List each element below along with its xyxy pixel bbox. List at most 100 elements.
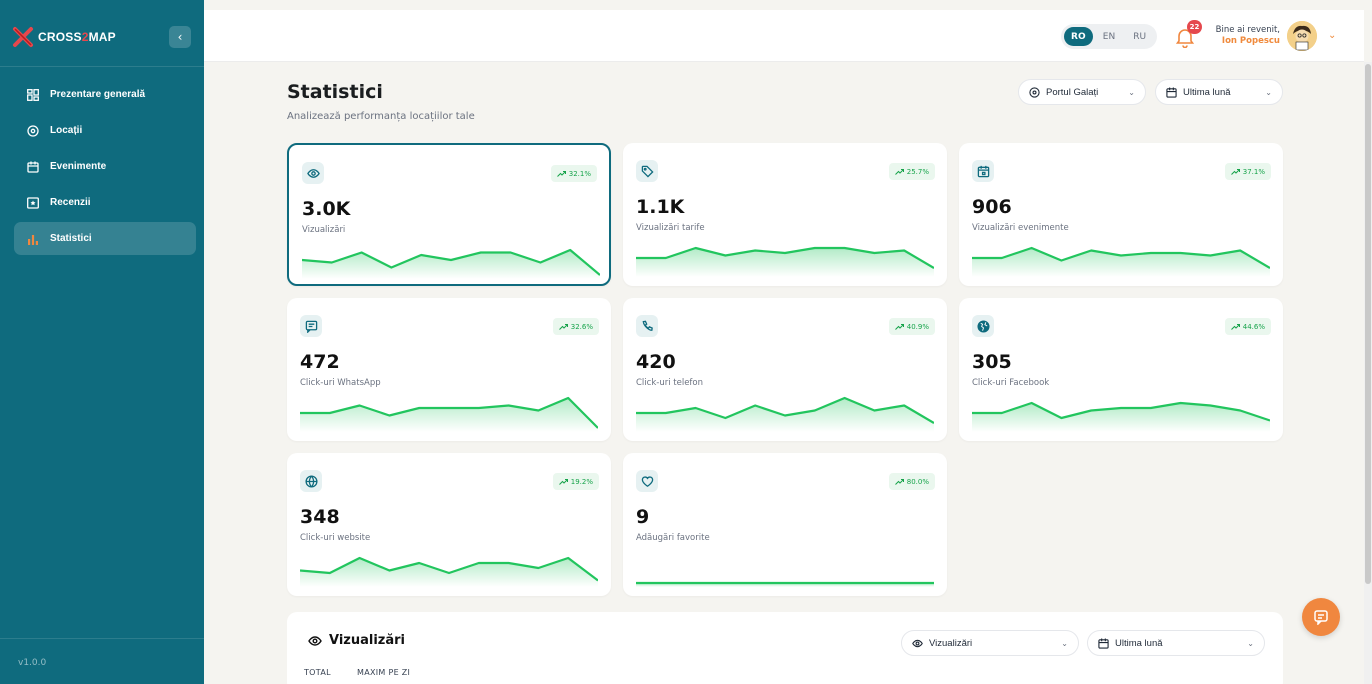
welcome-text: Bine ai revenit, xyxy=(1215,25,1280,35)
stat-value: 9 xyxy=(636,506,650,528)
trend-up-icon xyxy=(1230,168,1240,175)
avatar[interactable] xyxy=(1287,21,1317,51)
collapse-sidebar-button[interactable]: ‹ xyxy=(169,26,191,48)
sidebar-item-statistics[interactable]: Statistici xyxy=(14,222,196,255)
sidebar-item-label: Prezentare generală xyxy=(50,89,146,100)
language-ro[interactable]: RO xyxy=(1064,27,1093,46)
period-filter-select[interactable]: Ultima lună ⌄ xyxy=(1155,79,1283,105)
period-filter-value: Ultima lună xyxy=(1183,86,1231,98)
calendar-icon xyxy=(972,160,994,182)
trend-badge: 32.1% xyxy=(550,165,597,182)
top-bar: RO EN RU 22 Bine ai revenit, Ion Popescu… xyxy=(204,10,1364,62)
tag-icon xyxy=(636,160,658,182)
globe-solid-icon xyxy=(972,315,994,337)
user-greeting[interactable]: Bine ai revenit, Ion Popescu xyxy=(1212,25,1280,47)
trend-value: 44.6% xyxy=(1242,322,1265,331)
sidebar-item-reviews[interactable]: Recenzii xyxy=(14,186,196,219)
trend-badge: 80.0% xyxy=(888,473,935,490)
stat-value: 906 xyxy=(972,196,1012,218)
location-pin-icon xyxy=(26,124,40,138)
tab-max-per-day[interactable]: MAXIM PE ZI xyxy=(357,668,410,677)
review-star-icon xyxy=(26,196,40,210)
calendar-icon xyxy=(1166,86,1177,98)
eye-icon xyxy=(912,639,923,647)
location-filter-value: Portul Galați xyxy=(1046,86,1099,98)
trend-value: 32.6% xyxy=(570,322,593,331)
sidebar-nav: Prezentare generală Locații Evenimente R… xyxy=(14,78,196,258)
stat-card[interactable]: 40.9% 420 Click-uri telefon xyxy=(623,298,947,441)
globe-icon xyxy=(300,470,322,492)
chevron-left-icon: ‹ xyxy=(177,30,183,44)
stat-card[interactable]: 44.6% 305 Click-uri Facebook xyxy=(959,298,1283,441)
panel-period-select[interactable]: Ultima lună ⌄ xyxy=(1087,630,1265,656)
divider xyxy=(0,638,204,639)
language-ru[interactable]: RU xyxy=(1125,27,1154,46)
stat-value: 472 xyxy=(300,351,340,373)
trend-value: 40.9% xyxy=(906,322,929,331)
trend-badge: 32.6% xyxy=(552,318,599,335)
stat-card[interactable]: 25.7% 1.1K Vizualizări tarife xyxy=(623,143,947,286)
chevron-down-icon[interactable]: ⌄ xyxy=(1328,30,1336,41)
heart-icon xyxy=(636,470,658,492)
stat-card[interactable]: 19.2% 348 Click-uri website xyxy=(287,453,611,596)
stat-card[interactable]: 32.6% 472 Click-uri WhatsApp xyxy=(287,298,611,441)
stat-label: Click-uri Facebook xyxy=(972,378,1050,388)
calendar-icon xyxy=(1098,637,1109,649)
stat-label: Adăugări favorite xyxy=(636,533,710,543)
scrollbar-thumb[interactable] xyxy=(1365,64,1371,584)
trend-value: 37.1% xyxy=(1242,167,1265,176)
sidebar: CROSS2MAP ‹ Prezentare generală Locații … xyxy=(0,0,204,684)
location-filter-select[interactable]: Portul Galați ⌄ xyxy=(1018,79,1146,105)
dashboard-icon xyxy=(26,88,40,102)
notification-count-badge: 22 xyxy=(1187,20,1202,34)
stat-card[interactable]: 32.1% 3.0K Vizualizări xyxy=(287,143,611,286)
chevron-down-icon: ⌄ xyxy=(1265,87,1272,97)
sparkline xyxy=(636,246,934,277)
sparkline xyxy=(972,401,1270,432)
brand-logo[interactable]: CROSS2MAP xyxy=(12,22,116,52)
stat-card[interactable]: 37.1% 906 Vizualizări evenimente xyxy=(959,143,1283,286)
chevron-down-icon: ⌄ xyxy=(1128,87,1135,97)
language-en[interactable]: EN xyxy=(1095,27,1124,46)
sidebar-item-label: Recenzii xyxy=(50,197,91,208)
sparkline-area xyxy=(302,250,600,279)
stat-value: 3.0K xyxy=(302,198,351,220)
chevron-down-icon: ⌄ xyxy=(1247,638,1254,648)
trend-badge: 25.7% xyxy=(888,163,935,180)
stat-value: 420 xyxy=(636,351,676,373)
sidebar-item-label: Statistici xyxy=(50,233,92,244)
stat-card[interactable]: 80.0% 9 Adăugări favorite xyxy=(623,453,947,596)
trend-badge: 19.2% xyxy=(552,473,599,490)
logo-cross-icon xyxy=(12,26,34,48)
sparkline xyxy=(302,248,600,279)
trend-up-icon xyxy=(558,478,568,485)
trend-badge: 44.6% xyxy=(1224,318,1271,335)
panel-title-text: Vizualizări xyxy=(329,633,406,648)
app-version: v1.0.0 xyxy=(18,658,47,668)
trend-up-icon xyxy=(894,323,904,330)
stat-value: 348 xyxy=(300,506,340,528)
page-title: Statistici xyxy=(287,81,383,103)
trend-up-icon xyxy=(894,478,904,485)
divider xyxy=(0,66,204,67)
user-name: Ion Popescu xyxy=(1221,36,1280,46)
views-chart-panel: Vizualizări Vizualizări ⌄ Ultima lună ⌄ … xyxy=(287,612,1283,684)
bar-chart-icon xyxy=(26,232,40,246)
sidebar-item-locations[interactable]: Locații xyxy=(14,114,196,147)
sparkline xyxy=(972,246,1270,277)
chat-icon xyxy=(1314,610,1328,625)
sidebar-item-overview[interactable]: Prezentare generală xyxy=(14,78,196,111)
metric-select[interactable]: Vizualizări ⌄ xyxy=(901,630,1079,656)
chat-button[interactable] xyxy=(1302,598,1340,636)
sidebar-item-label: Evenimente xyxy=(50,161,107,172)
stat-value: 1.1K xyxy=(636,196,685,218)
trend-value: 19.2% xyxy=(570,477,593,486)
trend-up-icon xyxy=(894,168,904,175)
tab-total[interactable]: TOTAL xyxy=(304,668,331,677)
trend-badge: 40.9% xyxy=(888,318,935,335)
sidebar-item-label: Locații xyxy=(50,125,83,136)
language-switcher: RO EN RU xyxy=(1061,24,1157,49)
trend-up-icon xyxy=(1230,323,1240,330)
sparkline xyxy=(636,581,934,587)
sidebar-item-events[interactable]: Evenimente xyxy=(14,150,196,183)
